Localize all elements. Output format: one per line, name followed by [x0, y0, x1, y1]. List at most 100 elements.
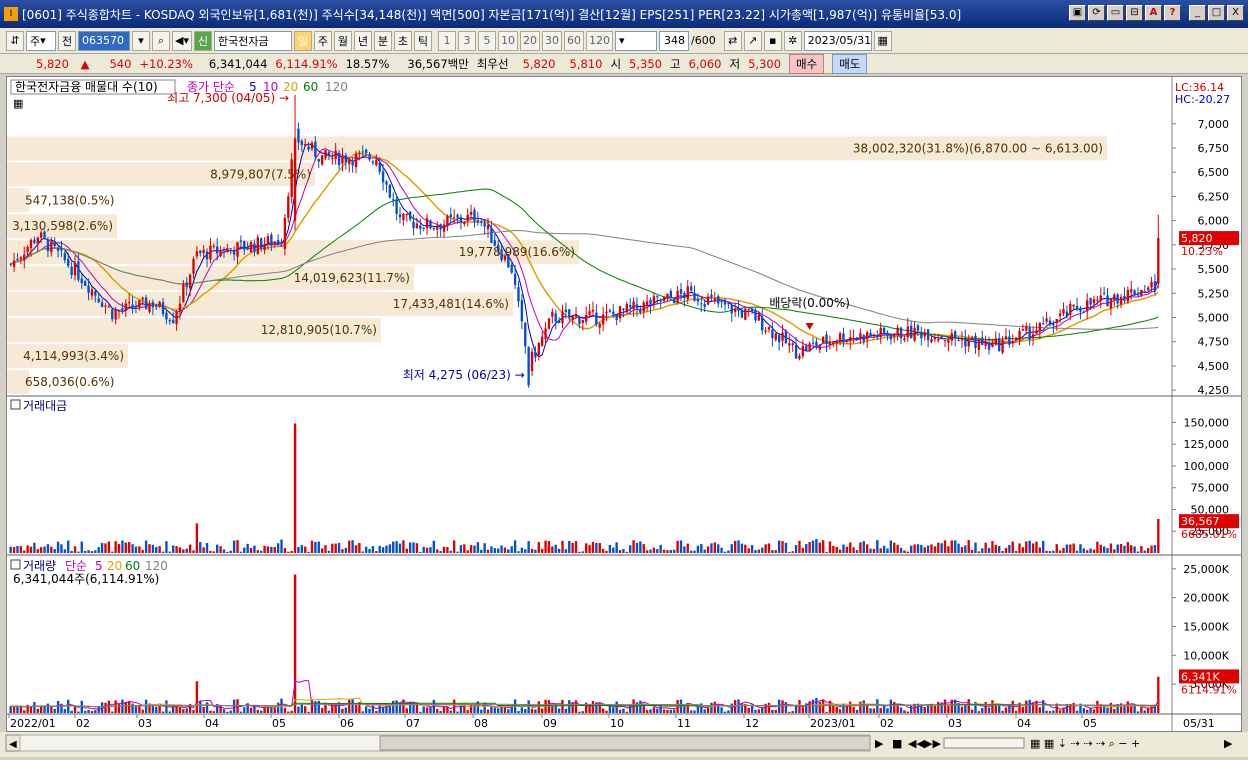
font-icon[interactable]: A: [1145, 5, 1162, 21]
value-bar: [811, 540, 815, 553]
interval-30[interactable]: 30: [541, 30, 562, 51]
value-bar: [808, 542, 811, 553]
tab-week[interactable]: 주: [313, 30, 332, 51]
value-bar: [937, 542, 940, 553]
candle-body: [63, 253, 67, 261]
play-icon[interactable]: ▶: [875, 737, 884, 750]
candle-body: [1096, 299, 1099, 301]
stock-name-field[interactable]: 한국전자금: [213, 30, 292, 51]
value-bar: [236, 540, 239, 553]
interval-60[interactable]: 60: [563, 30, 584, 51]
window-icon[interactable]: ▭: [1107, 5, 1124, 21]
value-bar: [540, 548, 544, 553]
minimize-button[interactable]: _: [1189, 5, 1206, 21]
search-icon[interactable]: ⌕: [152, 30, 170, 51]
speed-slider[interactable]: [943, 737, 1025, 749]
candle-body: [29, 239, 33, 249]
interval-3[interactable]: 3: [457, 30, 476, 51]
chart-area[interactable]: 7,000 6,750 6,500 6,250 6,000 5,750 5,500 5,250…: [6, 76, 1242, 732]
close-button[interactable]: X: [1227, 5, 1244, 21]
value-bar: [933, 546, 937, 553]
value-bar: [405, 548, 408, 553]
maximize-button[interactable]: □: [1208, 5, 1225, 21]
value-bar: [689, 550, 693, 553]
volume-bar: [256, 710, 260, 713]
line-tool-icon[interactable]: ↗: [743, 30, 762, 51]
value-bar: [36, 549, 39, 553]
value-bar: [1042, 540, 1045, 553]
candle-body: [947, 339, 950, 343]
split-icon[interactable]: ⊟: [1126, 5, 1143, 21]
scroll-controls[interactable]: ◀ ▶ ■ ◀◀ ▶▶ ▦ ▦ ⇣ ⇢ ⇢ ⇢ ⌕ − + ▶: [0, 732, 1248, 757]
interval-120[interactable]: 120: [585, 30, 613, 51]
tab-year[interactable]: 년: [353, 30, 372, 51]
value-bar: [720, 547, 723, 553]
settings-icon[interactable]: ✲: [783, 30, 802, 51]
value-bar: [926, 545, 930, 553]
volume-bar: [29, 706, 33, 713]
volume-tick-label: 25,000K: [1183, 563, 1229, 576]
value-bar: [239, 551, 243, 553]
chart-svg[interactable]: 7,0006,7506,5006,2506,0005,7505,5005,250…: [7, 77, 1241, 731]
volume-bar: [838, 709, 842, 713]
refresh-icon[interactable]: ⟳: [1088, 5, 1105, 21]
link-icon[interactable]: ▣: [1069, 5, 1086, 21]
value-bar: [19, 546, 23, 553]
all-button[interactable]: 전: [58, 30, 76, 51]
value-bar: [1008, 544, 1011, 553]
grid-icon[interactable]: ▦ ▦ ⇣ ⇢ ⇢ ⇢ ⌕ − +: [1030, 737, 1140, 750]
candle-body: [564, 309, 568, 313]
candle-body: [1025, 325, 1028, 331]
candle-body: [1123, 295, 1126, 301]
value-bar: [408, 542, 412, 553]
tab-second[interactable]: 초: [393, 30, 412, 51]
candle-body: [530, 351, 534, 372]
candle-body: [192, 259, 195, 274]
calendar-icon[interactable]: ▦: [873, 30, 892, 51]
value-bar: [1106, 548, 1109, 553]
volume-bar: [649, 709, 652, 713]
chart-type-icon[interactable]: ⇵: [6, 30, 24, 51]
step-icon[interactable]: ◀◀: [908, 737, 925, 750]
candle-body: [838, 333, 842, 343]
scroll-right-icon[interactable]: ▶: [1224, 737, 1233, 750]
speaker-icon[interactable]: ◀▾: [172, 30, 192, 51]
chart-menu-icon: ▦: [13, 97, 23, 110]
stock-code-input[interactable]: 063570: [78, 30, 130, 51]
buy-button[interactable]: 매수: [789, 53, 825, 74]
candle-body: [1157, 238, 1160, 284]
volume-bar: [862, 700, 865, 713]
candle-body: [859, 333, 862, 339]
candle-body: [937, 339, 940, 341]
value-bar: [381, 547, 385, 553]
sell-button[interactable]: 매도: [832, 53, 868, 74]
candle-body: [1001, 340, 1004, 353]
tab-month[interactable]: 월: [333, 30, 352, 51]
save-icon[interactable]: ▪: [763, 30, 782, 51]
stop-icon[interactable]: ■: [892, 737, 902, 750]
interval-custom-input[interactable]: ▾: [614, 30, 657, 51]
tab-minute[interactable]: 분: [373, 30, 392, 51]
date-input[interactable]: 2023/05/31: [803, 30, 872, 51]
candle-body: [645, 301, 649, 305]
tab-day[interactable]: 일: [293, 30, 312, 51]
interval-10[interactable]: 10: [497, 30, 518, 51]
value-bar: [361, 551, 364, 553]
market-select[interactable]: 주 ▾: [26, 30, 56, 51]
interval-5[interactable]: 5: [477, 30, 496, 51]
bar-count-input[interactable]: 348: [658, 30, 689, 51]
tab-tick[interactable]: 틱: [413, 30, 432, 51]
volume-bar: [239, 711, 243, 713]
zoom-icon[interactable]: ⇄: [723, 30, 742, 51]
candle-body: [287, 196, 290, 218]
interval-20[interactable]: 20: [519, 30, 540, 51]
dropdown-icon[interactable]: ▾: [132, 30, 150, 51]
fast-forward-icon[interactable]: ▶▶: [924, 737, 941, 750]
x-tick-label: 03: [948, 717, 962, 730]
interval-1[interactable]: 1: [437, 30, 456, 51]
volume-bar: [1075, 710, 1079, 713]
best-ask: 5,820: [522, 56, 556, 71]
help-icon[interactable]: ?: [1164, 5, 1181, 21]
scrollbar-thumb[interactable]: [379, 735, 871, 751]
volume-bar: [689, 710, 693, 713]
